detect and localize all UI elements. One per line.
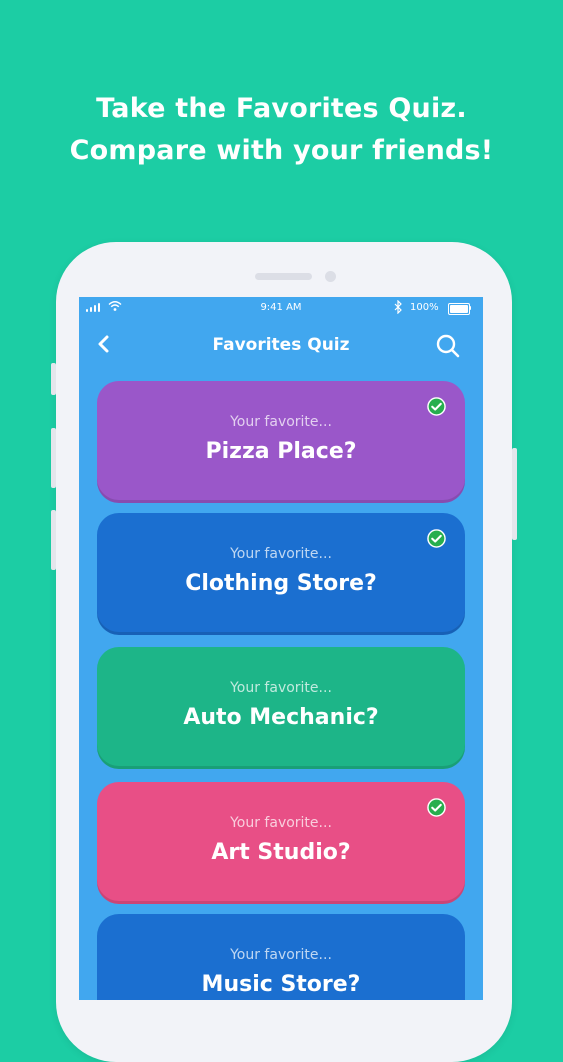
search-icon (436, 334, 460, 358)
quiz-card-subtitle: Your favorite... (230, 815, 332, 831)
page-title: Favorites Quiz (212, 335, 350, 355)
quiz-card-subtitle: Your favorite... (230, 680, 332, 696)
quiz-card-title: Auto Mechanic? (183, 705, 379, 730)
headline-line-2: Compare with your friends! (69, 135, 494, 166)
battery-percentage: 100% (410, 302, 439, 313)
quiz-card[interactable]: Your favorite... Clothing Store? (97, 513, 465, 635)
quiz-card-title: Pizza Place? (205, 439, 357, 464)
checkmark-icon (427, 798, 446, 817)
battery-tip (469, 306, 471, 310)
navigation-bar: Favorites Quiz (79, 321, 483, 367)
search-button[interactable] (433, 331, 463, 361)
battery-icon (448, 303, 470, 315)
quiz-card[interactable]: Your favorite... Auto Mechanic? (97, 647, 465, 769)
marketing-headline: Take the Favorites Quiz. Compare with yo… (0, 88, 563, 172)
phone-volume-down (51, 510, 56, 570)
phone-volume-up (51, 428, 56, 488)
phone-power-button (512, 448, 517, 540)
quiz-card-title: Music Store? (201, 972, 361, 997)
phone-camera (325, 271, 336, 282)
phone-silent-switch (51, 363, 56, 395)
quiz-card[interactable]: Your favorite... Pizza Place? (97, 381, 465, 503)
checkmark-icon (427, 397, 446, 416)
quiz-card-subtitle: Your favorite... (230, 947, 332, 963)
quiz-card[interactable]: Your favorite... Art Studio? (97, 782, 465, 904)
checkmark-icon (427, 529, 446, 548)
phone-screen: 9:41 AM 100% Favorites Quiz Your favorit… (79, 297, 483, 1000)
phone-speaker (255, 273, 312, 280)
status-bar: 9:41 AM 100% (79, 297, 483, 319)
quiz-card-subtitle: Your favorite... (230, 414, 332, 430)
quiz-card-title: Clothing Store? (185, 571, 377, 596)
headline-line-1: Take the Favorites Quiz. (96, 93, 467, 124)
bluetooth-icon (394, 300, 402, 314)
quiz-card[interactable]: Your favorite... Music Store? (97, 914, 465, 1000)
quiz-card-title: Art Studio? (211, 840, 351, 865)
quiz-card-subtitle: Your favorite... (230, 546, 332, 562)
